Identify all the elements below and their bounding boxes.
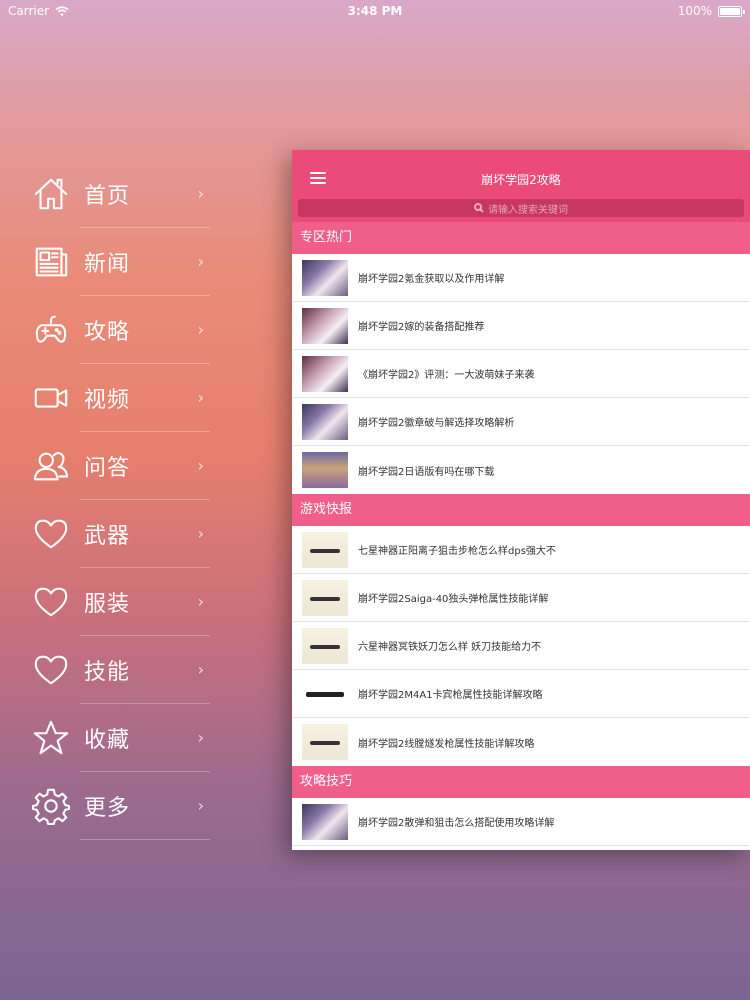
heart-icon bbox=[30, 581, 72, 623]
article-title: 崩坏学园2线膛燧发枪属性技能详解攻略 bbox=[358, 738, 535, 750]
chevron-right-icon: › bbox=[197, 388, 204, 407]
chevron-right-icon: › bbox=[197, 184, 204, 203]
list-item[interactable]: 《崩坏学园2》评测：一大波萌妹子来袭 bbox=[292, 350, 750, 398]
content-panel: 崩坏学园2攻略 请输入搜索关键词 专区热门 崩坏学园2氪金获取以及作用详解 崩坏… bbox=[292, 150, 750, 850]
article-thumbnail bbox=[302, 452, 348, 488]
video-camera-icon bbox=[30, 377, 72, 419]
menu-item-skills[interactable]: 技能 › bbox=[30, 636, 210, 704]
article-thumbnail bbox=[302, 403, 348, 440]
article-title: 崩坏学园2M4A1卡宾枪属性技能详解攻略 bbox=[358, 690, 543, 701]
section-header-tips: 攻略技巧 bbox=[292, 766, 750, 798]
battery-indicator: 100% bbox=[677, 4, 745, 18]
list-item[interactable]: 崩坏学园2Saiga-40独头弹枪属性技能详解 bbox=[292, 574, 750, 622]
article-title: 崩坏学园2氪金获取以及作用详解 bbox=[358, 274, 505, 285]
article-thumbnail bbox=[302, 307, 348, 344]
list-item[interactable]: 崩坏学园2散弹和狙击怎么搭配使用攻略详解 bbox=[292, 798, 750, 846]
chevron-right-icon: › bbox=[197, 252, 204, 271]
side-menu: 首页 › 新闻 › 攻略 › 视频 › 问答 › 武器 › 服装 › 技能 › … bbox=[30, 160, 210, 840]
list-item[interactable]: 崩坏学园2线膛燧发枪属性技能详解攻略 bbox=[292, 718, 750, 766]
chevron-right-icon: › bbox=[197, 660, 204, 679]
menu-item-label: 武器 bbox=[84, 524, 131, 549]
chevron-right-icon: › bbox=[197, 456, 204, 475]
article-thumbnail bbox=[302, 259, 348, 296]
users-icon bbox=[30, 445, 72, 487]
menu-item-label: 新闻 bbox=[84, 252, 131, 277]
menu-item-home[interactable]: 首页 › bbox=[30, 160, 210, 228]
list-item[interactable]: 崩坏学园2日语版有吗在哪下载 bbox=[292, 446, 750, 494]
article-thumbnail bbox=[302, 627, 348, 664]
status-time: 3:48 PM bbox=[347, 4, 403, 18]
article-thumbnail bbox=[302, 803, 348, 840]
article-title: 崩坏学园2散弹和狙击怎么搭配使用攻略详解 bbox=[358, 818, 555, 829]
battery-percent: 100% bbox=[677, 4, 712, 18]
status-bar: Carrier 3:48 PM 100% bbox=[0, 0, 750, 22]
list-item[interactable]: 崩坏学园2徽章破与解选择攻略解析 bbox=[292, 398, 750, 446]
article-title: 崩坏学园2嫁的装备搭配推荐 bbox=[358, 322, 485, 333]
list-item[interactable]: 崩坏学园2嫁的装备搭配推荐 bbox=[292, 302, 750, 350]
nav-bar: 崩坏学园2攻略 请输入搜索关键词 bbox=[292, 150, 750, 222]
battery-icon bbox=[718, 5, 745, 17]
list-item[interactable]: 崩坏学园2M4A1卡宾枪属性技能详解攻略 bbox=[292, 670, 750, 718]
article-thumbnail bbox=[302, 531, 348, 568]
chevron-right-icon: › bbox=[197, 320, 204, 339]
chevron-right-icon: › bbox=[197, 592, 204, 611]
menu-item-guide[interactable]: 攻略 › bbox=[30, 296, 210, 364]
menu-item-video[interactable]: 视频 › bbox=[30, 364, 210, 432]
menu-item-label: 攻略 bbox=[84, 320, 131, 345]
newspaper-icon bbox=[30, 241, 72, 283]
article-thumbnail bbox=[302, 724, 348, 760]
gear-icon bbox=[30, 785, 72, 827]
chevron-right-icon: › bbox=[197, 796, 204, 815]
article-title: 七星神器正阳离子狙击步枪怎么样dps强大不 bbox=[358, 546, 556, 557]
list-item[interactable]: 崩坏学园2氪金获取以及作用详解 bbox=[292, 254, 750, 302]
menu-item-label: 服装 bbox=[84, 592, 131, 617]
menu-item-label: 收藏 bbox=[84, 728, 131, 753]
heart-icon bbox=[30, 649, 72, 691]
search-placeholder: 请输入搜索关键词 bbox=[488, 204, 568, 216]
menu-item-news[interactable]: 新闻 › bbox=[30, 228, 210, 296]
menu-item-label: 视频 bbox=[84, 388, 131, 413]
article-title: 六星神器冥铁妖刀怎么样 妖刀技能给力不 bbox=[358, 642, 542, 653]
menu-item-more[interactable]: 更多 › bbox=[30, 772, 210, 840]
chevron-right-icon: › bbox=[197, 728, 204, 747]
search-input[interactable]: 请输入搜索关键词 bbox=[298, 199, 744, 217]
heart-icon bbox=[30, 513, 72, 555]
page-title: 崩坏学园2攻略 bbox=[481, 173, 561, 187]
chevron-right-icon: › bbox=[197, 524, 204, 543]
article-thumbnail bbox=[302, 675, 348, 712]
list-item[interactable]: 六星神器冥铁妖刀怎么样 妖刀技能给力不 bbox=[292, 622, 750, 670]
gamepad-icon bbox=[30, 309, 72, 351]
menu-item-label: 问答 bbox=[84, 456, 131, 481]
article-title: 崩坏学园2日语版有吗在哪下载 bbox=[358, 466, 495, 478]
section-header-news: 游戏快报 bbox=[292, 494, 750, 526]
article-title: 崩坏学园2徽章破与解选择攻略解析 bbox=[358, 418, 515, 429]
menu-item-weapons[interactable]: 武器 › bbox=[30, 500, 210, 568]
menu-item-label: 首页 bbox=[84, 184, 131, 209]
menu-item-favorites[interactable]: 收藏 › bbox=[30, 704, 210, 772]
article-title: 《崩坏学园2》评测：一大波萌妹子来袭 bbox=[358, 370, 535, 381]
list-item[interactable]: 七星神器正阳离子狙击步枪怎么样dps强大不 bbox=[292, 526, 750, 574]
menu-item-qa[interactable]: 问答 › bbox=[30, 432, 210, 500]
star-icon bbox=[30, 717, 72, 759]
article-title: 崩坏学园2Saiga-40独头弹枪属性技能详解 bbox=[358, 594, 549, 605]
article-thumbnail bbox=[302, 355, 348, 392]
menu-item-outfits[interactable]: 服装 › bbox=[30, 568, 210, 636]
menu-item-label: 技能 bbox=[84, 660, 131, 685]
home-icon bbox=[30, 173, 72, 215]
section-header-hot: 专区热门 bbox=[292, 222, 750, 254]
menu-item-label: 更多 bbox=[84, 796, 131, 821]
article-thumbnail bbox=[302, 579, 348, 616]
search-icon bbox=[474, 203, 484, 213]
